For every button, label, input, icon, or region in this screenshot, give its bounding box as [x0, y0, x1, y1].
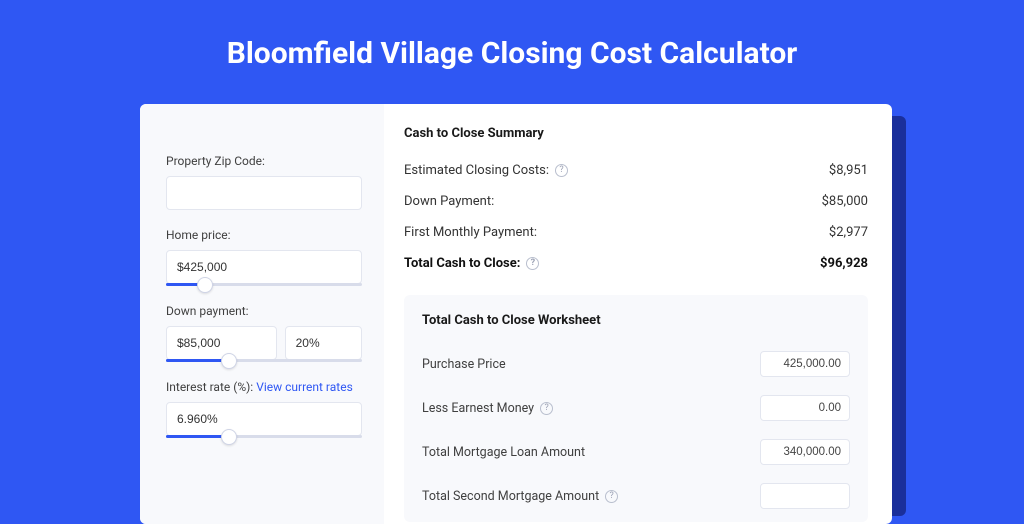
summary-row-total-cash: Total Cash to Close: ? $96,928 [404, 248, 868, 279]
down-payment-row [166, 326, 362, 360]
summary-row-label: Down Payment: [404, 194, 494, 209]
interest-group: Interest rate (%): View current rates [166, 380, 362, 438]
worksheet-title: Total Cash to Close Worksheet [422, 313, 850, 328]
inputs-panel: Property Zip Code: Home price: Down paym… [140, 104, 384, 524]
slider-thumb[interactable] [221, 353, 237, 369]
slider-fill [166, 359, 229, 362]
view-rates-link[interactable]: View current rates [256, 380, 353, 394]
interest-label: Interest rate (%): [166, 380, 253, 394]
home-price-label: Home price: [166, 228, 362, 242]
slider-thumb[interactable] [197, 277, 213, 293]
summary-block: Cash to Close Summary Estimated Closing … [404, 126, 868, 279]
results-panel: Cash to Close Summary Estimated Closing … [384, 104, 892, 524]
summary-row-down-payment: Down Payment: $85,000 [404, 186, 868, 217]
zip-input[interactable] [166, 176, 362, 210]
help-icon[interactable]: ? [526, 257, 539, 270]
worksheet-value-input[interactable] [760, 439, 850, 465]
summary-row-value: $96,928 [820, 256, 868, 271]
worksheet-row-purchase-price: Purchase Price [422, 342, 850, 386]
slider-fill [166, 435, 229, 438]
interest-input[interactable] [166, 402, 362, 436]
calculator-card: Property Zip Code: Home price: Down paym… [140, 104, 892, 524]
interest-label-row: Interest rate (%): View current rates [166, 380, 362, 394]
page-title: Bloomfield Village Closing Cost Calculat… [0, 0, 1024, 95]
home-price-slider[interactable] [166, 283, 362, 286]
summary-title: Cash to Close Summary [404, 126, 868, 141]
worksheet-row-mortgage-amount: Total Mortgage Loan Amount [422, 430, 850, 474]
summary-row-label: First Monthly Payment: [404, 225, 537, 240]
summary-row-value: $2,977 [829, 225, 868, 240]
worksheet-row-second-mortgage: Total Second Mortgage Amount ? [422, 474, 850, 518]
slider-thumb[interactable] [221, 429, 237, 445]
summary-row-first-monthly: First Monthly Payment: $2,977 [404, 217, 868, 248]
down-payment-pct-input[interactable] [285, 326, 362, 360]
home-price-input[interactable] [166, 250, 362, 284]
down-payment-label: Down payment: [166, 304, 362, 318]
worksheet-value-input[interactable] [760, 395, 850, 421]
summary-row-value: $8,951 [829, 163, 868, 178]
worksheet-row-label: Purchase Price [422, 357, 506, 372]
down-payment-slider[interactable] [166, 359, 362, 362]
summary-row-value: $85,000 [822, 194, 868, 209]
summary-row-label: Total Cash to Close: [404, 256, 520, 271]
home-price-group: Home price: [166, 228, 362, 286]
worksheet-row-label: Total Second Mortgage Amount [422, 489, 599, 504]
help-icon[interactable]: ? [555, 164, 568, 177]
zip-label: Property Zip Code: [166, 154, 362, 168]
worksheet-row-label: Total Mortgage Loan Amount [422, 445, 585, 460]
help-icon[interactable]: ? [540, 402, 553, 415]
summary-row-closing-costs: Estimated Closing Costs: ? $8,951 [404, 155, 868, 186]
interest-slider[interactable] [166, 435, 362, 438]
worksheet-row-label: Less Earnest Money [422, 401, 534, 416]
down-payment-group: Down payment: [166, 304, 362, 362]
worksheet-row-earnest-money: Less Earnest Money ? [422, 386, 850, 430]
worksheet-value-input[interactable] [760, 483, 850, 509]
zip-group: Property Zip Code: [166, 154, 362, 210]
help-icon[interactable]: ? [605, 490, 618, 503]
worksheet-value-input[interactable] [760, 351, 850, 377]
summary-row-label: Estimated Closing Costs: [404, 163, 549, 178]
worksheet-block: Total Cash to Close Worksheet Purchase P… [404, 295, 868, 522]
